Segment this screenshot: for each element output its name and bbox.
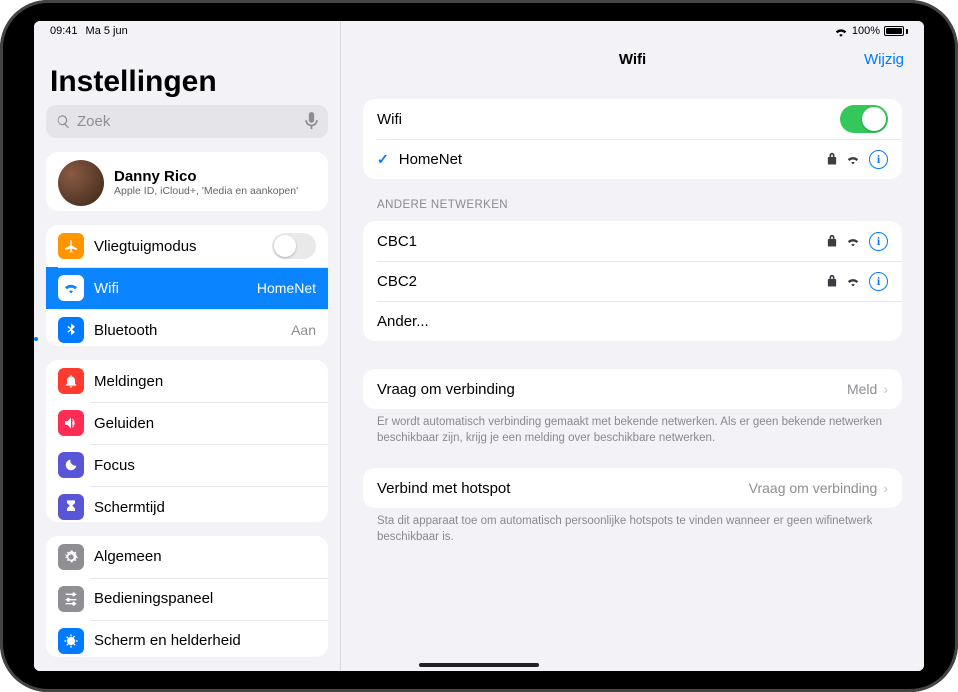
wifi-icon [63, 280, 79, 296]
detail-title: Wifi [619, 51, 646, 68]
home-indicator[interactable] [419, 663, 539, 667]
detail-pane: Wifi Wijzig Wifi ✓ HomeNet i ANDERE NETW… [340, 21, 924, 671]
control-label: Bedieningspaneel [94, 590, 213, 607]
ask-to-join-value: Meld [847, 381, 877, 397]
hotspot-row[interactable]: Verbind met hotspot Vraag om verbinding › [363, 468, 902, 508]
screentime-label: Schermtijd [94, 499, 165, 516]
side-indicator [34, 337, 38, 341]
sidebar-item-display[interactable]: Scherm en helderheid [46, 620, 328, 657]
search-icon [56, 114, 71, 129]
sidebar-item-focus[interactable]: Focus [46, 444, 328, 486]
airplane-label: Vliegtuigmodus [94, 238, 197, 255]
profile-name: Danny Rico [114, 168, 298, 185]
network-name: CBC2 [377, 273, 417, 290]
sidebar-item-general[interactable]: Algemeen [46, 536, 328, 578]
sidebar-item-wifi[interactable]: Wifi HomeNet [46, 267, 328, 309]
airplane-icon [63, 238, 79, 254]
info-button[interactable]: i [869, 232, 888, 251]
checkmark-icon: ✓ [377, 151, 389, 168]
sidebar-item-control-center[interactable]: Bedieningspaneel [46, 578, 328, 620]
moon-icon [63, 457, 79, 473]
network-row[interactable]: CBC1 i [363, 221, 902, 261]
other-network-label: Ander... [377, 313, 429, 330]
sidebar-item-notifications[interactable]: Meldingen [46, 360, 328, 402]
edit-button[interactable]: Wijzig [864, 51, 904, 68]
battery-icon [884, 26, 908, 36]
display-label: Scherm en helderheid [94, 632, 241, 649]
info-button[interactable]: i [869, 272, 888, 291]
hotspot-label: Verbind met hotspot [377, 480, 510, 497]
ask-to-join-label: Vraag om verbinding [377, 381, 515, 398]
mic-icon[interactable] [305, 112, 318, 130]
battery-percent: 100% [852, 25, 880, 37]
detail-navbar: Wifi Wijzig [341, 37, 924, 81]
connected-network-row[interactable]: ✓ HomeNet i [363, 139, 902, 179]
page-title: Instellingen [50, 65, 324, 99]
sidebar-item-screentime[interactable]: Schermtijd [46, 486, 328, 521]
hotspot-value: Vraag om verbinding [749, 480, 878, 496]
speaker-icon [63, 415, 79, 431]
network-name: CBC1 [377, 233, 417, 250]
search-placeholder: Zoek [77, 113, 110, 130]
avatar [58, 160, 104, 206]
sidebar-item-sounds[interactable]: Geluiden [46, 402, 328, 444]
general-label: Algemeen [94, 548, 162, 565]
sidebar-item-airplane[interactable]: Vliegtuigmodus [46, 225, 328, 267]
profile-sub: Apple ID, iCloud+, 'Media en aankopen' [114, 185, 298, 197]
ask-to-join-row[interactable]: Vraag om verbinding Meld › [363, 369, 902, 409]
sounds-label: Geluiden [94, 415, 154, 432]
bluetooth-label: Bluetooth [94, 322, 157, 339]
signal-icon [846, 276, 860, 287]
hourglass-icon [63, 499, 79, 515]
focus-label: Focus [94, 457, 135, 474]
hotspot-footnote: Sta dit apparaat toe om automatisch pers… [377, 514, 888, 545]
gear-icon [63, 549, 79, 565]
other-networks-header: ANDERE NETWERKEN [377, 199, 888, 211]
wifi-status-icon [834, 26, 848, 37]
apple-id-row[interactable]: Danny Rico Apple ID, iCloud+, 'Media en … [46, 152, 328, 212]
status-time: 09:41 [50, 25, 78, 37]
lock-icon [827, 152, 837, 165]
settings-sidebar: Instellingen Zoek Danny Rico Apple ID, i… [34, 21, 340, 671]
signal-icon [846, 236, 860, 247]
status-bar: 09:41 Ma 5 jun 100% [34, 21, 924, 41]
status-date: Ma 5 jun [86, 25, 128, 37]
wifi-toggle-row: Wifi [363, 99, 902, 139]
bluetooth-icon [63, 322, 79, 338]
lock-icon [827, 234, 837, 247]
bell-icon [63, 373, 79, 389]
ask-to-join-footnote: Er wordt automatisch verbinding gemaakt … [377, 415, 888, 446]
wifi-label: Wifi [94, 280, 119, 297]
other-network-row[interactable]: Ander... [363, 301, 902, 341]
network-row[interactable]: CBC2 i [363, 261, 902, 301]
sidebar-item-bluetooth[interactable]: Bluetooth Aan [46, 309, 328, 346]
lock-icon [827, 274, 837, 287]
connected-network-name: HomeNet [399, 151, 462, 168]
chevron-right-icon: › [883, 480, 888, 496]
search-input[interactable]: Zoek [46, 105, 328, 138]
notifications-label: Meldingen [94, 373, 163, 390]
sun-icon [63, 633, 79, 649]
wifi-toggle[interactable] [840, 105, 888, 133]
sliders-icon [63, 591, 79, 607]
bluetooth-value: Aan [291, 322, 316, 338]
wifi-value: HomeNet [257, 280, 316, 296]
signal-icon [846, 154, 860, 165]
info-button[interactable]: i [869, 150, 888, 169]
wifi-row-label: Wifi [377, 111, 402, 128]
airplane-toggle[interactable] [272, 233, 316, 259]
chevron-right-icon: › [883, 381, 888, 397]
